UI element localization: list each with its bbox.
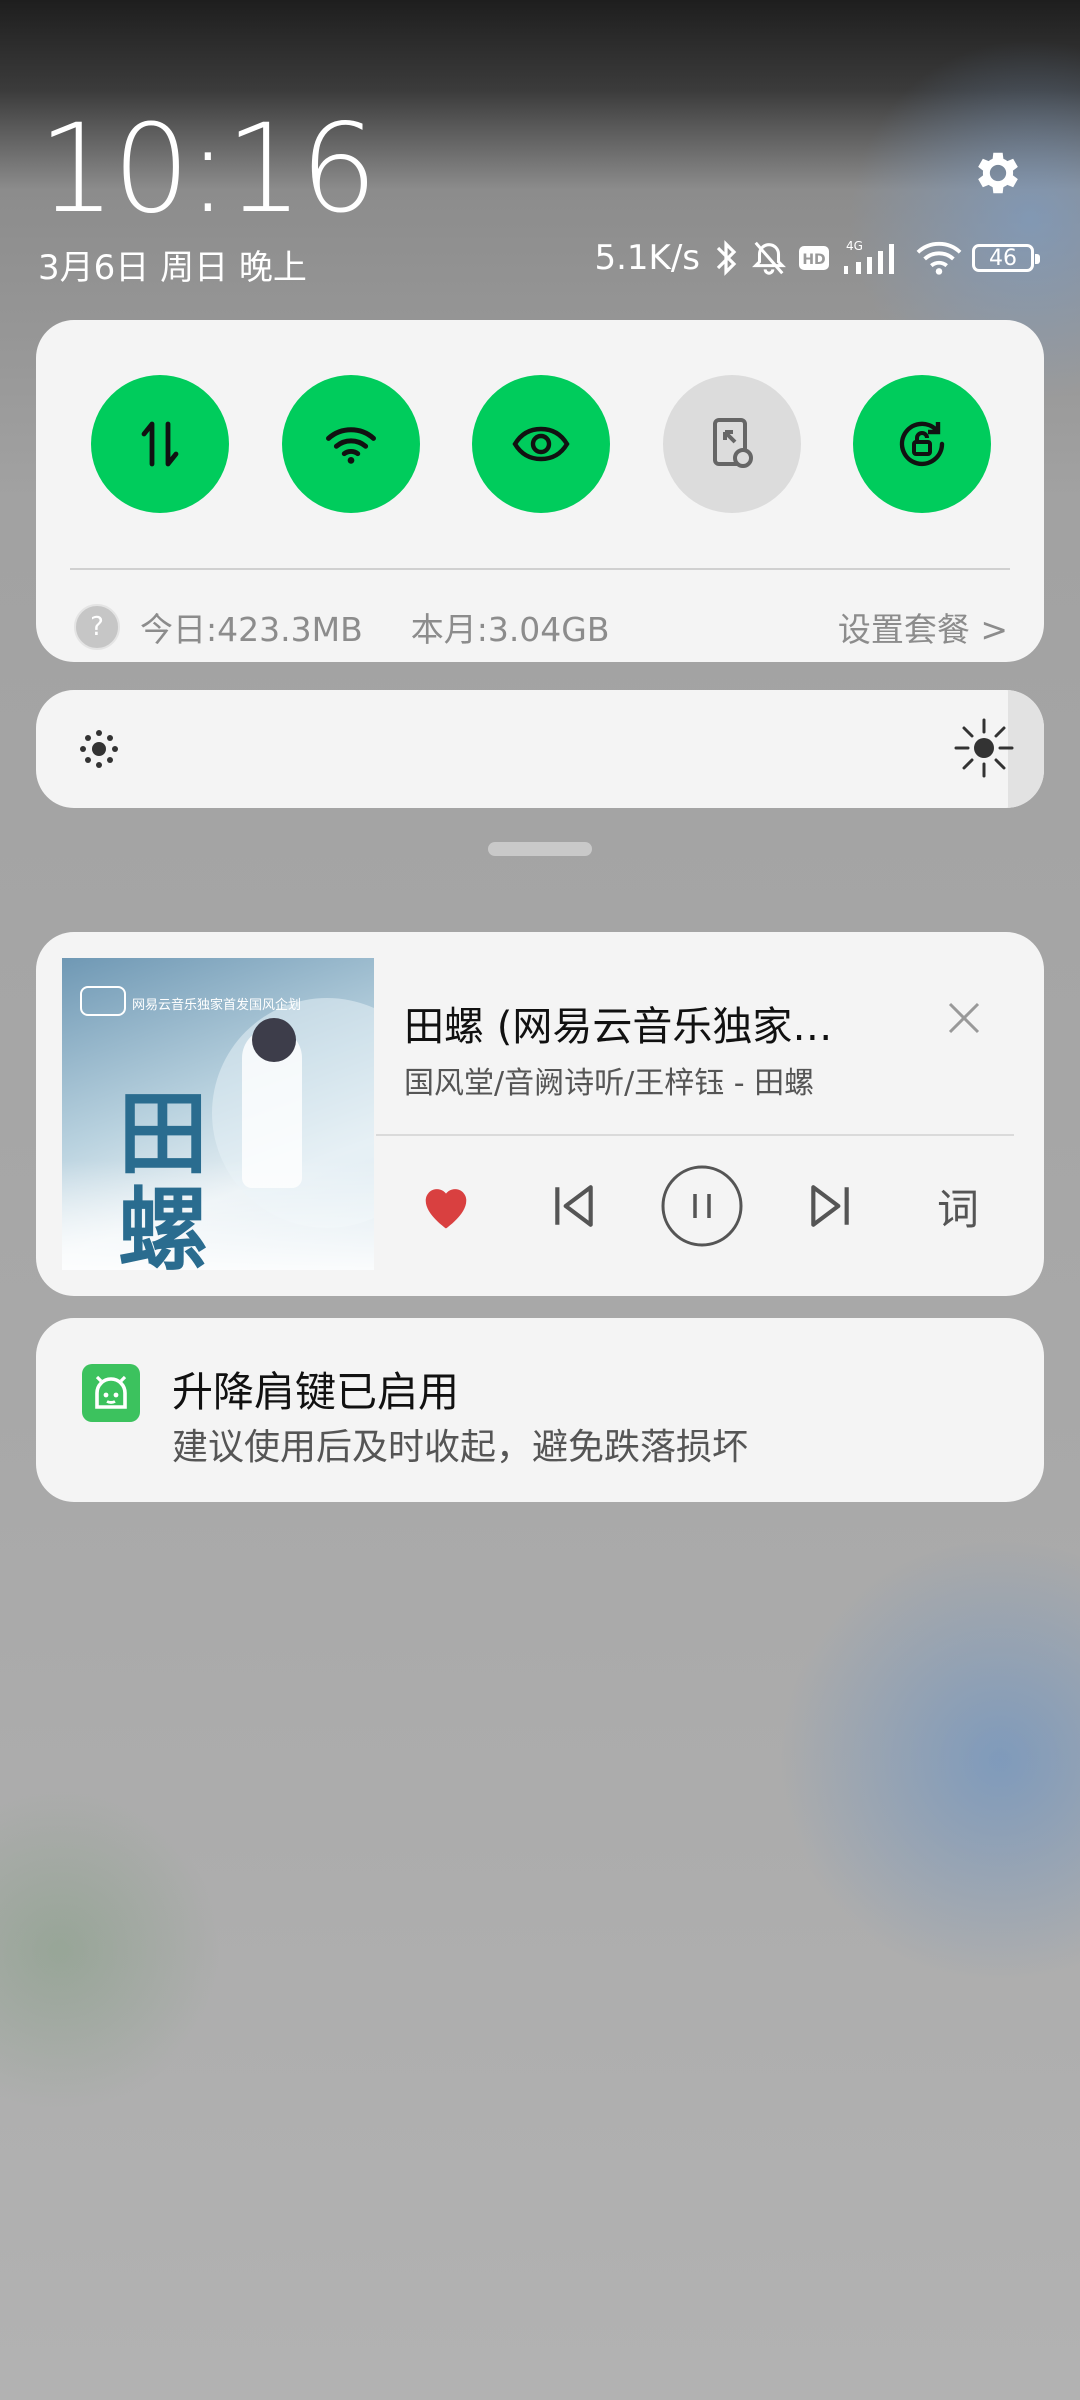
rotation-lock-icon — [899, 421, 945, 467]
svg-text:HD: HD — [802, 252, 825, 268]
toggle-rotation-lock[interactable] — [853, 375, 991, 513]
help-icon[interactable]: ? — [74, 604, 120, 650]
android-robot-icon — [82, 1364, 140, 1422]
divider — [70, 568, 1010, 570]
wifi-icon — [916, 242, 962, 275]
bluetooth-icon — [716, 240, 737, 276]
pause-icon — [661, 1165, 743, 1247]
notification-card[interactable]: 升降肩键已启用 建议使用后及时收起，避免跌落损坏 — [36, 1318, 1044, 1502]
track-artist: 国风堂/音阙诗听/王梓钰 - 田螺 — [404, 1066, 815, 1101]
pause-button[interactable] — [660, 1164, 744, 1248]
album-snow — [62, 1160, 374, 1270]
mute-icon — [752, 241, 786, 275]
brightness-high-icon — [954, 718, 1014, 778]
previous-button[interactable] — [532, 1164, 616, 1248]
status-bar-background — [0, 0, 1080, 100]
like-button[interactable] — [404, 1164, 488, 1248]
brightness-slider[interactable] — [36, 690, 1044, 808]
media-controls: 词 — [404, 1150, 1024, 1260]
signal-icon: 4G — [844, 239, 894, 274]
toggle-wifi[interactable] — [281, 375, 420, 513]
drag-handle[interactable] — [488, 842, 592, 856]
battery-icon: 46 — [972, 244, 1040, 272]
next-button[interactable] — [788, 1164, 872, 1248]
brightness-low-icon — [80, 730, 118, 768]
battery-level: 46 — [989, 245, 1017, 271]
clock[interactable]: 10:16 — [38, 98, 378, 240]
quick-settings-panel: ? 今日:423.3MB 本月:3.04GB 设置套餐 > — [36, 320, 1044, 662]
album-logo — [80, 986, 126, 1016]
toggle-screencast[interactable] — [662, 375, 801, 513]
svg-text:4G: 4G — [846, 239, 863, 253]
skip-previous-icon — [555, 1185, 593, 1227]
status-icons: 5.1K/s HD 4G 46 — [594, 238, 1040, 278]
toggle-mobile-data[interactable] — [91, 375, 229, 513]
toggle-row — [91, 375, 991, 513]
set-plan-link[interactable]: 设置套餐 > — [838, 603, 1008, 651]
wifi-icon — [325, 427, 376, 464]
hd-icon: HD — [799, 246, 829, 270]
skip-next-icon — [811, 1185, 849, 1227]
media-divider — [376, 1134, 1014, 1136]
album-caption: 网易云音乐独家首发国风企划 — [132, 998, 302, 1013]
album-art[interactable]: 网易云音乐独家首发国风企划 田螺 — [62, 958, 374, 1270]
notification-title: 升降肩键已启用 — [172, 1368, 459, 1416]
heart-icon — [425, 1189, 467, 1229]
toggle-eye-comfort[interactable] — [472, 375, 610, 513]
media-player-card[interactable]: 网易云音乐独家首发国风企划 田螺 田螺 (网易云音乐独家… 国风堂/音阙诗听/王… — [36, 932, 1044, 1296]
gear-icon[interactable] — [970, 145, 1026, 201]
lyrics-button[interactable]: 词 — [916, 1164, 1000, 1248]
date-label: 3月6日 周日 晚上 — [38, 248, 307, 288]
album-title-calligraphy: 田螺 — [118, 1081, 208, 1270]
close-icon[interactable] — [940, 994, 988, 1042]
network-speed: 5.1K/s — [594, 238, 700, 278]
data-usage-month: 本月:3.04GB — [410, 610, 610, 649]
data-usage-today: 今日:423.3MB — [140, 610, 363, 649]
track-title: 田螺 (网易云音乐独家… — [404, 1004, 833, 1050]
data-arrows-icon — [141, 421, 179, 467]
screencast-icon — [712, 418, 753, 468]
eye-icon — [512, 426, 570, 462]
notification-body: 建议使用后及时收起，避免跌落损坏 — [172, 1427, 749, 1468]
album-figure-hair — [252, 1018, 296, 1062]
data-usage-row: ? 今日:423.3MB 本月:3.04GB 设置套餐 > — [74, 594, 1008, 660]
